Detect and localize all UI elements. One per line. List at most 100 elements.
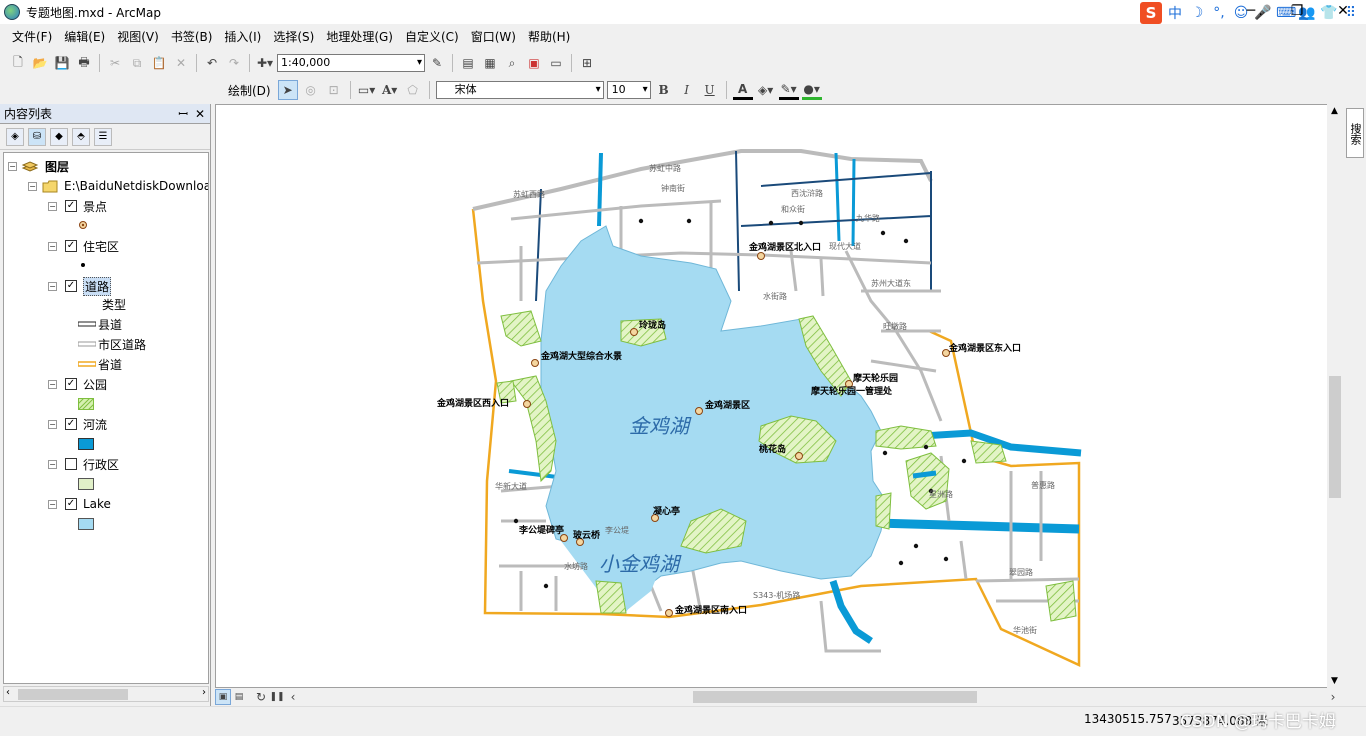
map-canvas[interactable]: 金鸡湖 小金鸡湖 金鸡湖景区北入口 金鸡湖景区东入口 金鸡湖景区西入口 金鸡湖景… — [216, 105, 1328, 688]
edit-vertices-icon[interactable]: ⬠ — [403, 80, 423, 100]
menu-edit[interactable]: 编辑(E) — [58, 28, 111, 45]
scroll-left-icon[interactable]: ‹ — [285, 689, 301, 705]
collapse-icon[interactable]: − — [48, 419, 57, 429]
layer-row-rivers[interactable]: − ✓ 河流 — [48, 415, 107, 433]
menu-geoprocessing[interactable]: 地理处理(G) — [320, 28, 399, 45]
catalog-icon[interactable]: ▦ — [480, 53, 500, 73]
layer-row-parks[interactable]: − ✓ 公园 — [48, 375, 107, 393]
layout-view-icon[interactable]: ▤ — [231, 689, 247, 705]
ime-punct-icon[interactable]: °, — [1210, 5, 1228, 21]
collapse-icon[interactable]: − — [48, 499, 57, 509]
scroll-left-icon[interactable]: ‹ — [6, 687, 10, 698]
scroll-up-icon[interactable]: ▲ — [1331, 106, 1338, 116]
redo-icon[interactable]: ↷ — [224, 53, 244, 73]
editor-toolbar-icon[interactable]: ✎ — [427, 53, 447, 73]
layer-name[interactable]: 住宅区 — [83, 238, 119, 255]
rectangle-icon[interactable]: ▭▾ — [357, 80, 377, 100]
layer-visibility-checkbox[interactable]: ✓ — [65, 418, 77, 430]
layer-name[interactable]: 景点 — [83, 198, 107, 215]
toc-options-icon[interactable]: ☰ — [94, 127, 112, 146]
table-of-contents-icon[interactable]: ▤ — [458, 53, 478, 73]
refresh-icon[interactable]: ↻ — [253, 689, 269, 705]
list-by-source-icon[interactable]: ⛁ — [28, 127, 46, 146]
scroll-right-icon[interactable]: › — [1325, 689, 1341, 705]
layer-name[interactable]: 公园 — [83, 376, 107, 393]
zoom-whole-page-icon[interactable]: ⊡ — [324, 80, 344, 100]
ime-chinese-mode[interactable]: 中 — [1166, 3, 1184, 23]
scroll-right-icon[interactable]: › — [202, 687, 206, 698]
font-color-button[interactable]: A — [732, 80, 753, 100]
new-document-icon[interactable]: 🗋 — [8, 53, 28, 73]
menu-windows[interactable]: 窗口(W) — [465, 28, 522, 45]
scrollbar-thumb[interactable] — [1329, 376, 1341, 498]
scrollbar-thumb[interactable] — [18, 689, 128, 700]
toc-horizontal-scrollbar[interactable]: ‹ › — [3, 686, 209, 702]
layer-row-spots[interactable]: − ✓ 景点 — [48, 197, 107, 215]
layer-name[interactable]: 行政区 — [83, 456, 119, 473]
minimize-button[interactable]: ─ — [1228, 0, 1274, 24]
delete-icon[interactable]: ✕ — [171, 53, 191, 73]
copy-icon[interactable]: ⧉ — [127, 53, 147, 73]
layer-name[interactable]: 河流 — [83, 416, 107, 433]
menu-view[interactable]: 视图(V) — [111, 28, 165, 45]
collapse-icon[interactable]: − — [8, 161, 17, 171]
pause-drawing-icon[interactable]: ❚❚ — [269, 689, 285, 705]
collapse-icon[interactable]: − — [48, 379, 57, 389]
rotate-icon[interactable]: ◎ — [301, 80, 321, 100]
open-folder-icon[interactable]: 📂 — [30, 53, 50, 73]
menu-insert[interactable]: 插入(I) — [218, 28, 267, 45]
layer-visibility-checkbox[interactable]: ✓ — [65, 378, 77, 390]
sogou-icon[interactable]: S — [1140, 2, 1162, 24]
draw-menu[interactable]: 绘制(D) — [228, 82, 275, 99]
select-elements-arrow-icon[interactable]: ➤ — [277, 80, 298, 100]
menu-help[interactable]: 帮助(H) — [522, 28, 576, 45]
line-color-icon[interactable]: ✎▾ — [778, 80, 799, 100]
fill-color-icon[interactable]: ◈▾ — [756, 80, 776, 100]
search-tab[interactable]: 搜索 — [1346, 108, 1364, 158]
layer-row-roads[interactable]: − ✓ 道路 — [48, 276, 112, 296]
map-vertical-scrollbar[interactable]: ▲ ▼ — [1327, 104, 1343, 688]
print-icon[interactable]: 🖶 — [74, 53, 94, 73]
layer-row-admin[interactable]: − 行政区 — [48, 455, 119, 473]
undo-icon[interactable]: ↶ — [202, 53, 222, 73]
toc-close-icon[interactable]: ✕ — [195, 104, 205, 124]
layer-visibility-checkbox[interactable]: ✓ — [65, 280, 77, 292]
menu-customize[interactable]: 自定义(C) — [399, 28, 465, 45]
marker-color-icon[interactable]: ●▾ — [801, 80, 822, 100]
restore-button[interactable]: ❐ — [1274, 0, 1320, 24]
list-by-visibility-icon[interactable]: ◆ — [50, 127, 68, 146]
layer-visibility-checkbox-unchecked[interactable] — [65, 458, 77, 470]
collapse-icon[interactable]: − — [48, 281, 57, 291]
map-display[interactable]: 金鸡湖 小金鸡湖 金鸡湖景区北入口 金鸡湖景区东入口 金鸡湖景区西入口 金鸡湖景… — [215, 104, 1328, 688]
menu-bookmarks[interactable]: 书签(B) — [165, 28, 219, 45]
map-scale-dropdown[interactable]: 1:40,000 — [277, 54, 425, 72]
save-icon[interactable]: 💾 — [52, 53, 72, 73]
collapse-icon[interactable]: − — [28, 181, 37, 191]
data-view-icon[interactable]: ▣ — [215, 689, 231, 705]
collapse-icon[interactable]: − — [48, 201, 57, 211]
add-data-icon[interactable]: ✚▾ — [255, 53, 275, 73]
menu-selection[interactable]: 选择(S) — [267, 28, 320, 45]
layer-visibility-checkbox[interactable]: ✓ — [65, 200, 77, 212]
layer-visibility-checkbox[interactable]: ✓ — [65, 240, 77, 252]
layer-row-residential[interactable]: − ✓ 住宅区 — [48, 237, 119, 255]
cut-icon[interactable]: ✂ — [105, 53, 125, 73]
arctoolbox-icon[interactable]: ▣ — [524, 53, 544, 73]
list-by-drawing-order-icon[interactable]: ◈ — [6, 127, 24, 146]
list-by-selection-icon[interactable]: ⬘ — [72, 127, 90, 146]
folder-row[interactable]: − E:\BaiduNetdiskDownloa — [28, 177, 208, 195]
layer-name[interactable]: Lake — [83, 497, 111, 511]
map-horizontal-scroll-thumb[interactable] — [693, 691, 977, 703]
font-name-dropdown[interactable]: 宋体 — [435, 81, 604, 99]
layer-name-selected[interactable]: 道路 — [83, 276, 112, 296]
collapse-icon[interactable]: − — [48, 241, 57, 251]
layer-row-lake[interactable]: − ✓ Lake — [48, 495, 111, 513]
search-window-icon[interactable]: ⌕ — [502, 53, 522, 73]
pin-icon[interactable]: ꟷ — [178, 104, 188, 124]
paste-icon[interactable]: 📋 — [149, 53, 169, 73]
menu-file[interactable]: 文件(F) — [6, 28, 58, 45]
tree-root[interactable]: − 图层 — [8, 157, 69, 175]
ime-moon-icon[interactable]: ☽ — [1188, 5, 1206, 21]
italic-button[interactable]: I — [677, 80, 697, 100]
close-button[interactable]: ✕ — [1320, 0, 1366, 24]
